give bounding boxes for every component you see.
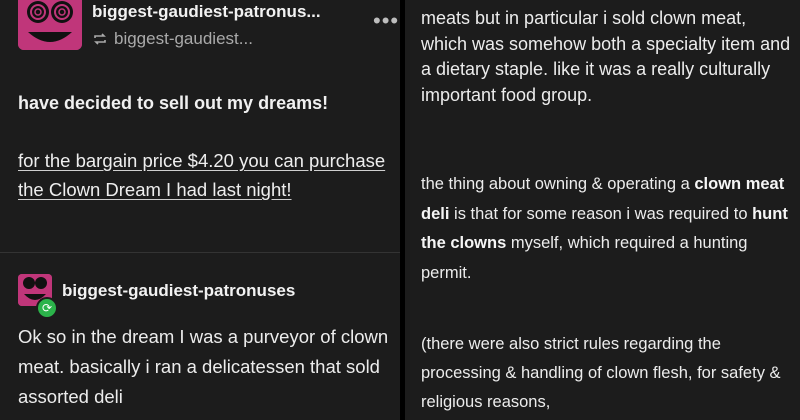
post-headline: have decided to sell out my dreams! bbox=[18, 93, 329, 113]
post-body-start: Ok so in the dream I was a purveyor of c… bbox=[18, 326, 389, 407]
post-body-paragraph-3: (there were also strict rules regarding … bbox=[421, 335, 781, 411]
left-panel: biggest-gaudiest-patronus... biggest-gau… bbox=[0, 0, 400, 420]
reblog-badge-icon: ⟳ bbox=[36, 297, 58, 319]
post-body-paragraph-2: the thing about owning & operating a clo… bbox=[421, 170, 793, 288]
divider bbox=[0, 252, 400, 253]
blog-name[interactable]: biggest-gaudiest-patronus... bbox=[92, 2, 321, 22]
dream-link-text[interactable]: for the bargain price $4.20 you can purc… bbox=[18, 150, 385, 200]
clown-face-icon bbox=[18, 0, 82, 50]
reblog-source[interactable]: biggest-gaudiest... bbox=[92, 29, 253, 49]
more-icon[interactable]: ••• bbox=[373, 8, 399, 34]
p2-text-2: is that for some reason i was required t… bbox=[449, 204, 753, 223]
p2-text-1: the thing about owning & operating a bbox=[421, 175, 695, 193]
dream-link[interactable]: for the bargain price $4.20 you can purc… bbox=[18, 146, 388, 204]
reply-blog-name[interactable]: biggest-gaudiest-patronuses bbox=[62, 281, 295, 301]
reblog-icon bbox=[94, 33, 106, 45]
post-body-paragraph-1: meats but in particular i sold clown mea… bbox=[421, 8, 791, 105]
right-panel: meats but in particular i sold clown mea… bbox=[405, 0, 800, 420]
reblog-source-name: biggest-gaudiest... bbox=[114, 29, 253, 48]
blog-avatar[interactable] bbox=[18, 0, 82, 50]
